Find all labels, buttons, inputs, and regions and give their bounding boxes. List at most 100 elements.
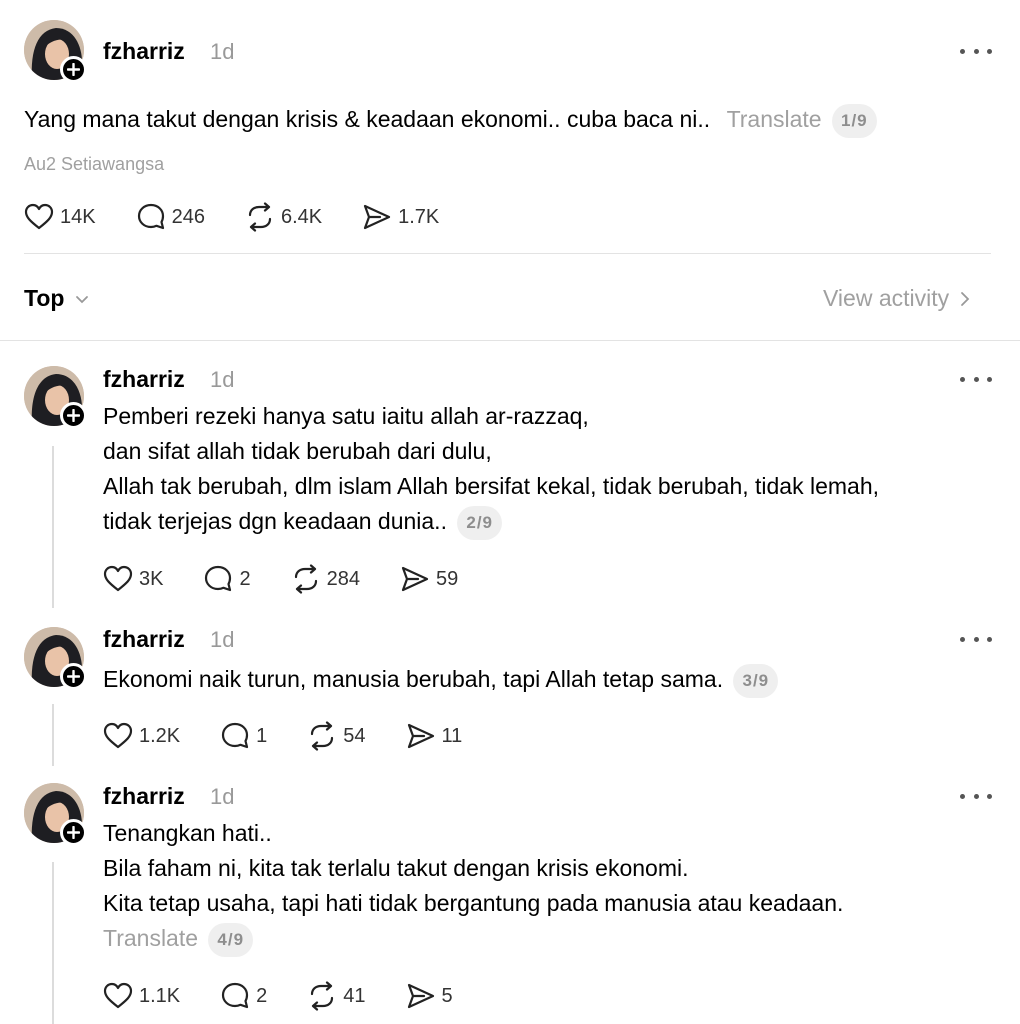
thread-pager-badge: 1/9 (831, 103, 877, 138)
follow-plus-icon[interactable] (60, 663, 87, 690)
divider (0, 340, 1020, 341)
repost-button[interactable]: 41 (307, 981, 366, 1011)
post-actions: 3K 2 284 59 (103, 564, 498, 594)
more-options-icon[interactable] (960, 45, 992, 57)
like-count: 14K (60, 205, 96, 228)
repost-count: 6.4K (280, 205, 323, 228)
heart-icon (24, 203, 54, 230)
like-count: 1.1K (139, 984, 181, 1007)
heart-icon (103, 982, 133, 1009)
username[interactable]: fzharriz (103, 783, 185, 810)
username[interactable]: fzharriz (103, 626, 185, 653)
text-line: dan sifat allah tidak berubah dari dulu, (103, 438, 492, 464)
text-line: Kita tetap usaha, tapi hati tidak bergan… (103, 890, 844, 916)
share-button[interactable]: 59 (400, 565, 458, 593)
share-button[interactable]: 1.7K (362, 203, 439, 231)
send-icon (407, 723, 434, 749)
comment-icon (222, 722, 249, 749)
like-count: 1.2K (139, 724, 181, 747)
post-actions: 1.2K 1 54 11 (103, 721, 502, 751)
like-button[interactable]: 1.1K (103, 982, 180, 1010)
location-tag[interactable]: Au2 Setiawangsa (24, 154, 164, 175)
repost-button[interactable]: 6.4K (245, 202, 322, 232)
thread-pager-badge: 4/9 (208, 922, 254, 957)
post-actions: 1.1K 2 41 5 (103, 981, 493, 1011)
send-icon (364, 204, 391, 230)
view-activity-label: View activity (823, 285, 950, 311)
repost-count: 284 (326, 567, 360, 590)
chevron-down-icon (75, 296, 88, 304)
follow-plus-icon[interactable] (60, 402, 87, 429)
avatar[interactable] (24, 627, 87, 690)
reply-count: 2 (256, 984, 268, 1007)
more-options-icon[interactable] (960, 633, 992, 645)
post-text-content: Yang mana takut dengan krisis & keadaan … (24, 106, 711, 132)
reply-count: 246 (171, 205, 205, 228)
comment-icon (137, 203, 164, 230)
reply-button[interactable]: 1 (220, 721, 267, 751)
post-text: Ekonomi naik turun, manusia berubah, tap… (103, 662, 779, 698)
like-count: 3K (139, 567, 164, 590)
avatar[interactable] (24, 366, 87, 429)
text-line: Tenangkan hati.. (103, 820, 272, 846)
reply-button[interactable]: 2 (220, 981, 267, 1011)
view-activity-link[interactable]: View activity (823, 285, 971, 312)
repost-icon (311, 721, 334, 751)
repost-icon (248, 202, 272, 232)
reply-count: 2 (239, 567, 251, 590)
text-line-last: tidak terjejas dgn keadaan dunia.. 2/9 (103, 504, 879, 540)
more-options-icon[interactable] (960, 373, 992, 385)
avatar[interactable] (24, 20, 87, 83)
text-line: tidak terjejas dgn keadaan dunia.. (103, 508, 447, 534)
thread-line (52, 704, 54, 766)
text-line: Bila faham ni, kita tak terlalu takut de… (103, 855, 689, 881)
heart-icon (103, 722, 133, 749)
repost-button[interactable]: 54 (307, 721, 366, 751)
sort-dropdown[interactable]: Top (24, 285, 89, 312)
share-button[interactable]: 5 (406, 982, 453, 1010)
post-text: Pemberi rezeki hanya satu iaitu allah ar… (103, 399, 879, 540)
more-options-icon[interactable] (960, 790, 992, 802)
comment-icon (222, 982, 249, 1009)
comment-icon (205, 565, 232, 592)
thread-line (52, 862, 54, 1024)
share-button[interactable]: 11 (406, 722, 463, 750)
repost-button[interactable]: 284 (291, 564, 360, 594)
share-count: 1.7K (398, 205, 440, 228)
username[interactable]: fzharriz (103, 366, 185, 393)
like-button[interactable]: 14K (24, 203, 96, 231)
follow-plus-icon[interactable] (60, 56, 87, 83)
text-line: Pemberi rezeki hanya satu iaitu allah ar… (103, 403, 589, 429)
repost-icon (311, 981, 334, 1011)
reply-button[interactable]: 2 (203, 564, 251, 594)
like-button[interactable]: 3K (103, 565, 163, 593)
post-text: Tenangkan hati.. Bila faham ni, kita tak… (103, 816, 843, 957)
post-time: 1d (210, 39, 235, 64)
post-time: 1d (210, 784, 235, 809)
text-line: Ekonomi naik turun, manusia berubah, tap… (103, 666, 724, 692)
repost-count: 54 (343, 724, 366, 747)
reply-count: 1 (256, 724, 268, 747)
heart-icon (103, 565, 133, 592)
translate-link[interactable]: Translate (103, 925, 198, 951)
chevron-right-icon (961, 291, 970, 306)
repost-count: 41 (343, 984, 366, 1007)
translate-row: Translate 4/9 (103, 921, 843, 957)
repost-icon (294, 564, 317, 594)
post-actions: 14K 246 6.4K 1.7K (24, 202, 479, 232)
reply-button[interactable]: 246 (136, 202, 205, 232)
send-icon (407, 983, 434, 1009)
avatar[interactable] (24, 783, 87, 846)
text-line: Allah tak berubah, dlm islam Allah bersi… (103, 473, 880, 499)
thread-pager-badge: 3/9 (733, 663, 779, 698)
divider (24, 253, 991, 254)
follow-plus-icon[interactable] (60, 819, 87, 846)
share-count: 5 (441, 984, 453, 1007)
share-count: 11 (441, 724, 463, 747)
like-button[interactable]: 1.2K (103, 722, 180, 750)
translate-link[interactable]: Translate (727, 106, 822, 132)
send-icon (401, 566, 429, 592)
username[interactable]: fzharriz (103, 38, 185, 65)
share-count: 59 (435, 567, 459, 590)
post-time: 1d (210, 627, 235, 652)
